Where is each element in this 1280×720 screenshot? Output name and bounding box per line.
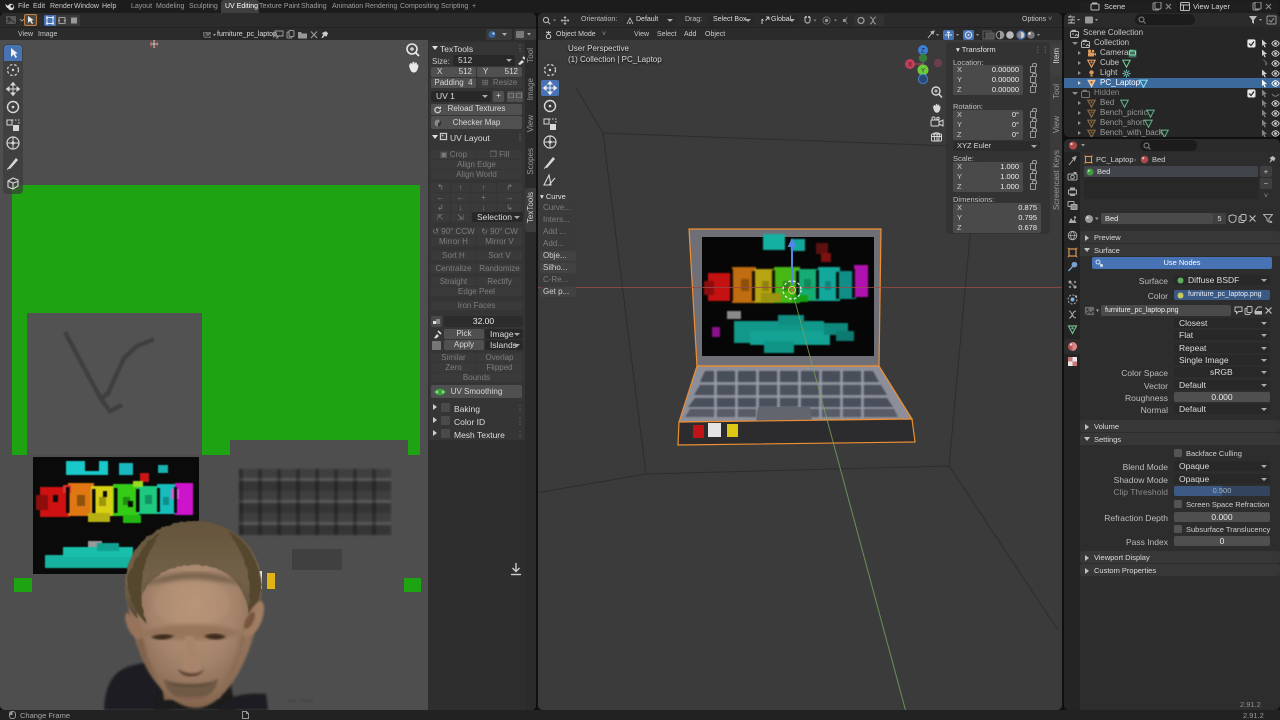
svg-text:Z: Z <box>921 48 925 55</box>
svg-text:Y: Y <box>921 68 926 75</box>
svg-text:X: X <box>908 62 913 69</box>
